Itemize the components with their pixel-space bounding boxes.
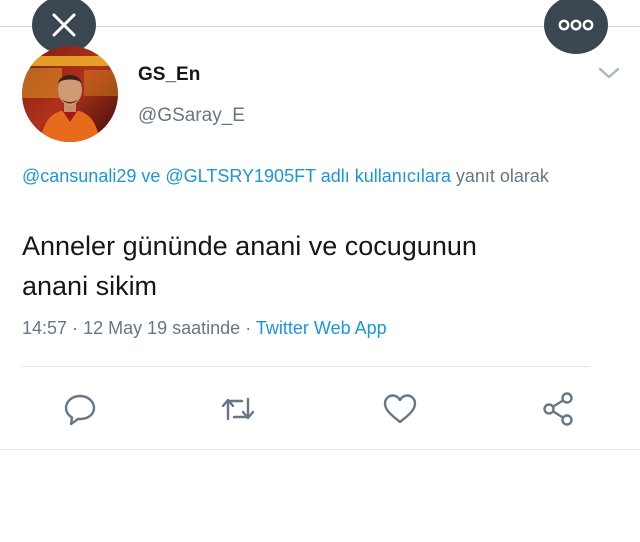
display-name[interactable]: GS_En xyxy=(138,64,200,86)
meta-separator: · xyxy=(245,318,252,338)
chevron-down-icon xyxy=(598,67,620,79)
mention-link[interactable]: @cansunali29 xyxy=(22,166,136,186)
share-icon xyxy=(543,392,573,426)
share-button[interactable] xyxy=(541,391,577,427)
reply-button[interactable] xyxy=(62,391,98,427)
reply-context: @cansunali29 ve @GLTSRY1905FT adlı kulla… xyxy=(22,163,582,190)
like-button[interactable] xyxy=(382,391,418,427)
more-icon xyxy=(558,19,594,31)
avatar[interactable] xyxy=(22,46,118,142)
divider xyxy=(0,449,640,450)
more-options-button[interactable] xyxy=(544,0,608,54)
tweet-text: Anneler gününde anani ve cocugunun anani… xyxy=(22,226,602,306)
avatar-image xyxy=(22,46,118,142)
tweet-time[interactable]: 14:57 xyxy=(22,318,67,338)
tweet-menu-button[interactable] xyxy=(597,64,621,82)
retweet-button[interactable] xyxy=(220,391,256,427)
tweet-date[interactable]: 12 May 19 saatinde xyxy=(83,318,240,338)
close-icon xyxy=(52,13,76,37)
reply-suffix: yanıt olarak xyxy=(455,166,549,186)
tweet-meta: 14:57 · 12 May 19 saatinde · Twitter Web… xyxy=(22,318,387,339)
source-link[interactable]: Twitter Web App xyxy=(256,318,387,338)
meta-separator: · xyxy=(72,318,79,338)
divider xyxy=(22,366,590,367)
reply-connector: ve xyxy=(141,166,161,186)
heart-icon xyxy=(383,394,417,424)
tweet-text-line: Anneler gününde anani ve cocugunun xyxy=(22,231,477,261)
retweet-icon xyxy=(221,397,255,421)
reply-icon xyxy=(64,394,96,426)
mention-link[interactable]: @GLTSRY1905FT xyxy=(165,166,315,186)
user-handle[interactable]: @GSaray_E xyxy=(138,105,245,127)
reply-users-link[interactable]: adlı kullanıcılara xyxy=(321,166,451,186)
tweet-text-line: anani sikim xyxy=(22,271,158,301)
